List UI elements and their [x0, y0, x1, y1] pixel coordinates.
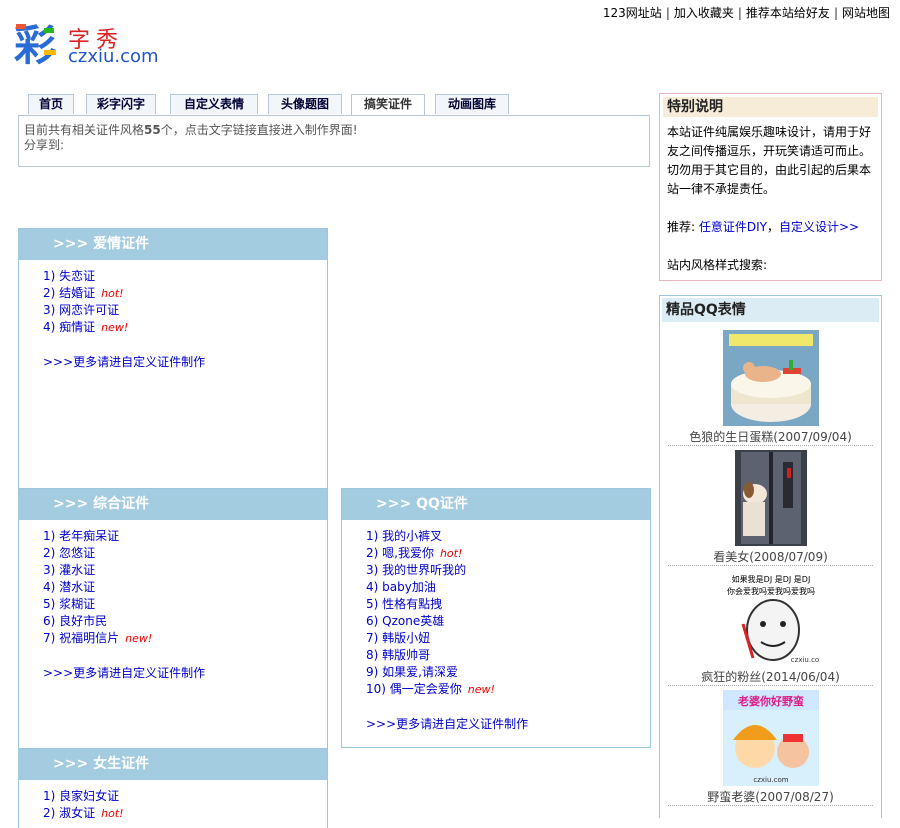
hot-tag: hot!: [101, 287, 124, 300]
new-tag: new!: [101, 321, 129, 334]
qq-face-caption: 野蛮老婆(2007/08/27): [707, 790, 834, 804]
panel-title: >>> QQ证件: [342, 489, 650, 520]
separator: |: [737, 6, 742, 20]
list-item[interactable]: 1) 我的小裤叉: [366, 528, 650, 545]
link-any-certificate-diy[interactable]: 任意证件DIY: [699, 220, 767, 234]
tab-funny-certificates[interactable]: 搞笑证件: [351, 94, 425, 116]
dog-image: [734, 450, 807, 546]
qq-face-caption: 色狼的生日蛋糕(2007/09/04): [689, 430, 852, 444]
separator: |: [833, 6, 838, 20]
more-custom-link[interactable]: >>>更多请进自定义证件制作: [342, 715, 650, 732]
certificate-list: 1) 我的小裤叉 2) 嗯,我爱你 hot! 3) 我的世界听我的 4) baby…: [342, 520, 650, 698]
more-custom-link[interactable]: >>>更多请进自定义证件制作: [19, 353, 327, 370]
link-recommend-site[interactable]: 推荐本站给好友: [746, 6, 830, 20]
svg-text:你会爱我吗爱我吗爱我吗: 你会爱我吗爱我吗爱我吗: [727, 586, 815, 596]
new-tag: new!: [125, 632, 153, 645]
panel-title: >>> 女生证件: [19, 749, 327, 780]
tab-color-text[interactable]: 彩字闪字: [86, 94, 156, 114]
tab-avatar[interactable]: 头像题图: [268, 94, 342, 114]
recommend-line: 推荐: 任意证件DIY，自定义设计>>: [667, 220, 860, 234]
qq-face-item[interactable]: 看美女(2008/07/09): [668, 450, 873, 566]
list-item[interactable]: 1) 良家妇女证: [43, 788, 327, 805]
more-custom-link[interactable]: >>>更多请进自定义证件制作: [19, 664, 327, 681]
link-custom-design[interactable]: 自定义设计>>: [779, 220, 859, 234]
certificate-list: 1) 老年痴呆证 2) 忽悠证 3) 灌水证 4) 潜水证 5) 浆糊证 6) …: [19, 520, 327, 647]
panel-love-certificates: >>> 爱情证件 1) 失恋证 2) 结婚证 hot! 3) 网恋许可证 4) 痴…: [18, 228, 328, 490]
qq-face-caption: 疯狂的粉丝(2014/06/04): [701, 670, 840, 684]
new-tag: new!: [467, 683, 495, 696]
link-add-favorites[interactable]: 加入收藏夹: [674, 6, 734, 20]
qq-face-item[interactable]: 如果我是DJ 是DJ 是DJ 你会爱我吗爱我吗爱我吗 czxiu.co 疯狂的粉…: [668, 570, 873, 686]
qq-face-caption: 看美女(2008/07/09): [713, 550, 828, 564]
cake-image: [722, 330, 819, 426]
list-item[interactable]: 4) baby加油: [366, 579, 650, 596]
share-label: 分享到:: [24, 138, 65, 152]
qq-faces-title: 精品QQ表情: [662, 298, 879, 322]
list-item[interactable]: 2) 嗯,我爱你 hot!: [366, 545, 650, 562]
list-item[interactable]: 1) 老年痴呆证: [43, 528, 327, 545]
list-item[interactable]: 10) 偶一定会爱你 new!: [366, 681, 650, 698]
list-item[interactable]: 4) 痴情证 new!: [43, 319, 327, 336]
list-item[interactable]: 6) Qzone英雄: [366, 613, 650, 630]
tab-home[interactable]: 首页: [28, 94, 74, 114]
qq-face-item[interactable]: 老婆你好野蛮 czxiu.com 野蛮老婆(2007/08/27): [668, 690, 873, 806]
list-item[interactable]: 7) 韩版小妞: [366, 630, 650, 647]
svg-text:czxiu.com: czxiu.com: [753, 776, 788, 784]
link-site-map[interactable]: 网站地图: [842, 6, 890, 20]
top-links: 123网址站 | 加入收藏夹 | 推荐本站给好友 | 网站地图: [603, 4, 890, 21]
list-item[interactable]: 5) 浆糊证: [43, 596, 327, 613]
notice-title: 特别说明: [663, 97, 878, 117]
list-item[interactable]: 3) 灌水证: [43, 562, 327, 579]
list-item[interactable]: 3) 网恋许可证: [43, 302, 327, 319]
list-item[interactable]: 2) 淑女证 hot!: [43, 805, 327, 822]
style-search-label: 站内风格样式搜索:: [667, 258, 768, 272]
hot-tag: hot!: [439, 547, 463, 560]
wild-wife-image: 老婆你好野蛮 czxiu.com: [722, 690, 819, 786]
hot-tag: hot!: [101, 807, 124, 820]
style-count: 55: [144, 123, 161, 137]
notice-body: 本站证件纯属娱乐趣味设计，请用于好友之间传播逗乐，开玩笑请适可而止。切勿用于其它…: [667, 125, 872, 196]
logo-domain: czxiu.com: [68, 46, 159, 67]
svg-text:老婆你好野蛮: 老婆你好野蛮: [737, 694, 804, 708]
notice-box: 特别说明 本站证件纯属娱乐趣味设计，请用于好友之间传播逗乐，开玩笑请适可而止。切…: [659, 93, 882, 281]
list-item[interactable]: 9) 如果爱,请深爱: [366, 664, 650, 681]
panel-girl-certificates: >>> 女生证件 1) 良家妇女证 2) 淑女证 hot!: [18, 748, 328, 828]
info-box: 目前共有相关证件风格55个，点击文字链接直接进入制作界面! 分享到:: [18, 115, 650, 167]
list-item[interactable]: 4) 潜水证: [43, 579, 327, 596]
certificate-list: 1) 失恋证 2) 结婚证 hot! 3) 网恋许可证 4) 痴情证 new!: [19, 260, 327, 336]
list-item[interactable]: 7) 祝福明信片 new!: [43, 630, 327, 647]
link-123-sites[interactable]: 123网址站: [603, 6, 662, 20]
list-item[interactable]: 3) 我的世界听我的: [366, 562, 650, 579]
dj-fan-image: 如果我是DJ 是DJ 是DJ 你会爱我吗爱我吗爱我吗 czxiu.co: [722, 570, 819, 666]
logo-cai-glyph: 彩: [14, 21, 56, 66]
qq-face-item[interactable]: 色狼的生日蛋糕(2007/09/04): [668, 330, 873, 446]
panel-title: >>> 综合证件: [19, 489, 327, 520]
qq-faces-box: 精品QQ表情 色狼的生日蛋糕(2007/09/04) 看美女(2008/07/0…: [659, 295, 882, 818]
svg-text:如果我是DJ 是DJ 是DJ: 如果我是DJ 是DJ 是DJ: [731, 574, 810, 584]
svg-text:czxiu.co: czxiu.co: [790, 656, 818, 664]
panel-qq-certificates: >>> QQ证件 1) 我的小裤叉 2) 嗯,我爱你 hot! 3) 我的世界听我…: [341, 488, 651, 748]
list-item[interactable]: 2) 忽悠证: [43, 545, 327, 562]
info-line: 目前共有相关证件风格55个，点击文字链接直接进入制作界面!: [24, 123, 358, 137]
panel-general-certificates: >>> 综合证件 1) 老年痴呆证 2) 忽悠证 3) 灌水证 4) 潜水证 5…: [18, 488, 328, 750]
site-logo[interactable]: 彩 字秀 czxiu.com: [14, 20, 184, 70]
list-item[interactable]: 2) 结婚证 hot!: [43, 285, 327, 302]
tab-custom-emoticons[interactable]: 自定义表情: [170, 94, 258, 114]
list-item[interactable]: 8) 韩版帅哥: [366, 647, 650, 664]
list-item[interactable]: 1) 失恋证: [43, 268, 327, 285]
tab-animations[interactable]: 动画图库: [435, 94, 509, 114]
separator: |: [665, 6, 670, 20]
panel-title: >>> 爱情证件: [19, 229, 327, 260]
list-item[interactable]: 5) 性格有點拽: [366, 596, 650, 613]
certificate-list: 1) 良家妇女证 2) 淑女证 hot!: [19, 780, 327, 822]
list-item[interactable]: 6) 良好市民: [43, 613, 327, 630]
